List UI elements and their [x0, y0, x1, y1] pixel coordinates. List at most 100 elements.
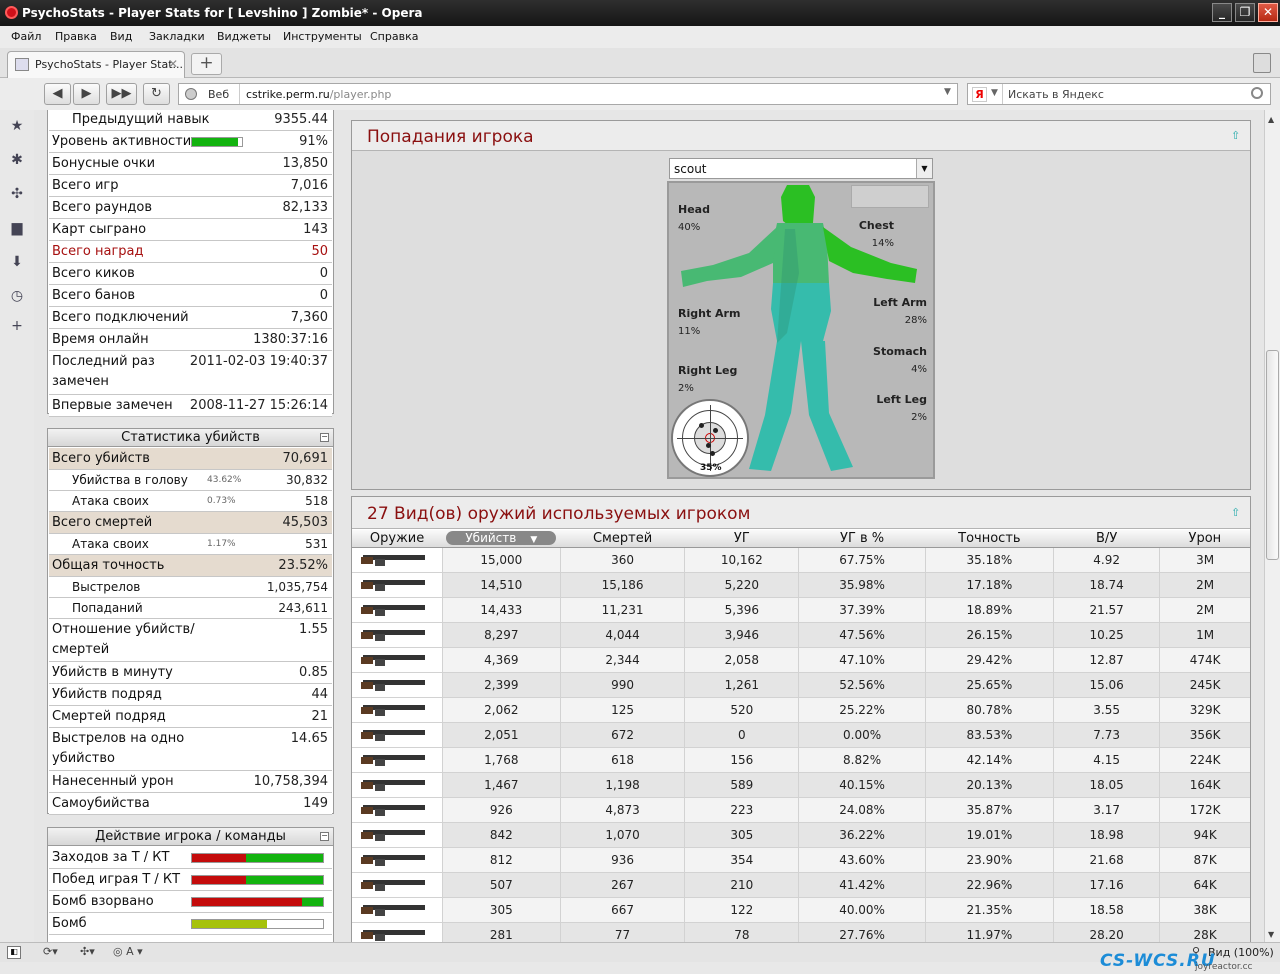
back-button[interactable]: ◀	[44, 83, 71, 105]
stat-label: Всего наград	[52, 244, 144, 259]
column-header-label: УГ	[733, 530, 750, 546]
history-icon[interactable]: ◷	[8, 288, 26, 306]
column-header[interactable]: Урон	[1159, 530, 1250, 548]
menu-edit[interactable]: Правка	[55, 30, 97, 43]
fast-forward-button[interactable]: ▶▶	[106, 83, 137, 105]
weapon-row[interactable]: 1,467 1,198 589 40.15% 20.13% 18.05 164K	[352, 772, 1250, 798]
chevron-down-icon[interactable]: ▼	[944, 87, 951, 97]
weapon-cell: 667	[559, 897, 685, 923]
weapon-icon-cell	[352, 672, 443, 698]
kill-stat-row: Нанесенный урон 10,758,394	[49, 771, 332, 793]
weapon-cell: 2M	[1159, 572, 1250, 598]
weapon-icon	[360, 680, 425, 691]
yandex-icon[interactable]: Я	[972, 87, 987, 102]
page-content: Предыдущий навык 9355.44 Уровень активност…	[34, 110, 1264, 942]
downloads-icon[interactable]: ⬇	[8, 254, 26, 272]
collapse-icon[interactable]: −	[320, 832, 329, 841]
unite-icon[interactable]: ✣	[8, 186, 26, 204]
team-action-bar	[191, 919, 324, 929]
reload-button[interactable]: ↻	[143, 83, 170, 105]
menu-tools[interactable]: Инструменты	[283, 30, 362, 43]
trash-icon[interactable]	[1253, 53, 1271, 73]
bookmarks-icon[interactable]: ★	[8, 118, 26, 136]
weapon-row[interactable]: 281 77 78 27.76% 11.97% 28.20 28K	[352, 922, 1250, 942]
weapon-cell: 28K	[1159, 922, 1250, 942]
weapon-select[interactable]: scout ▼	[669, 158, 933, 179]
ct-fill	[246, 876, 323, 884]
notes-icon[interactable]: ▆	[8, 220, 26, 238]
new-tab-button[interactable]: +	[191, 53, 222, 75]
weapon-row[interactable]: 14,433 11,231 5,396 37.39% 18.89% 21.57 2M	[352, 597, 1250, 623]
vertical-scrollbar[interactable]: ▲ ▼	[1264, 110, 1280, 942]
tab-active[interactable]: PsychoStats - Player Stat... ✕	[7, 51, 185, 78]
scroll-thumb[interactable]	[1266, 350, 1279, 560]
forward-button[interactable]: ▶	[73, 83, 100, 105]
tab-close-icon[interactable]: ✕	[168, 57, 178, 71]
menu-file[interactable]: Файл	[11, 30, 41, 43]
weapon-cell: 0.00%	[798, 722, 926, 748]
weapon-row[interactable]: 507 267 210 41.42% 22.96% 17.16 64K	[352, 872, 1250, 898]
weapon-cell: 3.17	[1053, 797, 1160, 823]
column-header-label: В/У	[1096, 530, 1118, 546]
weapon-row[interactable]: 926 4,873 223 24.08% 35.87% 3.17 172K	[352, 797, 1250, 823]
team-action-label: Бомб	[52, 916, 87, 931]
column-header[interactable]: В/У	[1053, 530, 1160, 548]
menu-widgets[interactable]: Виджеты	[217, 30, 271, 43]
scroll-up-icon[interactable]: ▲	[1268, 115, 1274, 124]
weapon-row[interactable]: 1,768 618 156 8.82% 42.14% 4.15 224K	[352, 747, 1250, 773]
search-icon[interactable]	[1251, 87, 1263, 99]
weapon-row[interactable]: 4,369 2,344 2,058 47.10% 29.42% 12.87 474K	[352, 647, 1250, 673]
menu-help[interactable]: Справка	[370, 30, 418, 43]
panel-toggle-icon[interactable]: ◧	[7, 946, 21, 959]
weapon-row[interactable]: 2,399 990 1,261 52.56% 25.65% 15.06 245K	[352, 672, 1250, 698]
zoom-level[interactable]: Вид (100%)	[1208, 946, 1274, 959]
collapse-up-icon[interactable]: ⇧	[1231, 506, 1243, 519]
weapon-cell: 2,051	[441, 722, 561, 748]
maximize-button[interactable]: ❐	[1235, 3, 1255, 22]
close-window-button[interactable]: ✕	[1258, 3, 1278, 22]
sort-column-badge[interactable]: Убийств ▼	[446, 530, 557, 545]
weapon-row[interactable]: 2,062 125 520 25.22% 80.78% 3.55 329K	[352, 697, 1250, 723]
collapse-up-icon[interactable]: ⇧	[1231, 129, 1243, 142]
column-header[interactable]: Оружие	[352, 530, 443, 548]
hit-part-percent: 40%	[678, 222, 701, 233]
menu-bookmarks[interactable]: Закладки	[149, 30, 205, 43]
sync-icon[interactable]: ⟳▾	[43, 945, 58, 958]
widgets-icon[interactable]: ✱	[8, 152, 26, 170]
hit-part-name: Stomach	[873, 345, 927, 358]
weapon-cell: 5,220	[684, 572, 799, 598]
weapon-cell: 78	[684, 922, 799, 942]
weapon-row[interactable]: 812 936 354 43.60% 23.90% 21.68 87K	[352, 847, 1250, 873]
menu-view[interactable]: Вид	[110, 30, 132, 43]
kill-stat-value: 10,758,394	[253, 774, 328, 789]
weapon-row[interactable]: 8,297 4,044 3,946 47.56% 26.15% 10.25 1M	[352, 622, 1250, 648]
weapon-row[interactable]: 14,510 15,186 5,220 35.98% 17.18% 18.74 2M	[352, 572, 1250, 598]
weapon-cell: 17.18%	[924, 572, 1054, 598]
column-header[interactable]: Убийств ▼	[442, 530, 561, 548]
unite-status-icon[interactable]: ✣▾	[80, 945, 95, 958]
search-placeholder[interactable]: Искать в Яндекс	[1008, 88, 1104, 101]
column-header[interactable]: УГ	[684, 530, 799, 548]
chevron-down-icon[interactable]: ▼	[916, 159, 932, 178]
turbo-icon[interactable]: ◎ A ▾	[113, 945, 143, 958]
column-header[interactable]: Точность	[925, 530, 1054, 548]
add-panel-icon[interactable]: +	[8, 318, 26, 336]
collapse-icon[interactable]: −	[320, 433, 329, 442]
opera-logo-icon	[5, 6, 18, 19]
weapon-cell: 223	[684, 797, 799, 823]
weapon-row[interactable]: 305 667 122 40.00% 21.35% 18.58 38K	[352, 897, 1250, 923]
weapon-cell: 18.89%	[924, 597, 1054, 623]
search-field[interactable]: Я ▼ Искать в Яндекс	[967, 83, 1271, 105]
minimize-button[interactable]: _	[1212, 3, 1232, 22]
address-field[interactable]: Веб cstrike.perm.ru/player.php ▼	[178, 83, 958, 105]
chevron-down-icon[interactable]: ▼	[991, 88, 998, 98]
column-header[interactable]: Смертей	[560, 530, 685, 548]
weapon-row[interactable]: 2,051 672 0 0.00% 83.53% 7.73 356K	[352, 722, 1250, 748]
kill-stat-value: 70,691	[282, 451, 329, 466]
weapon-row[interactable]: 15,000 360 10,162 67.75% 35.18% 4.92 3M	[352, 547, 1250, 573]
column-header[interactable]: УГ в %	[798, 530, 926, 548]
weapon-row[interactable]: 842 1,070 305 36.22% 19.01% 18.98 94K	[352, 822, 1250, 848]
weapon-cell: 43.60%	[798, 847, 926, 873]
scroll-down-icon[interactable]: ▼	[1268, 930, 1274, 939]
weapon-cell: 29.42%	[924, 647, 1054, 673]
